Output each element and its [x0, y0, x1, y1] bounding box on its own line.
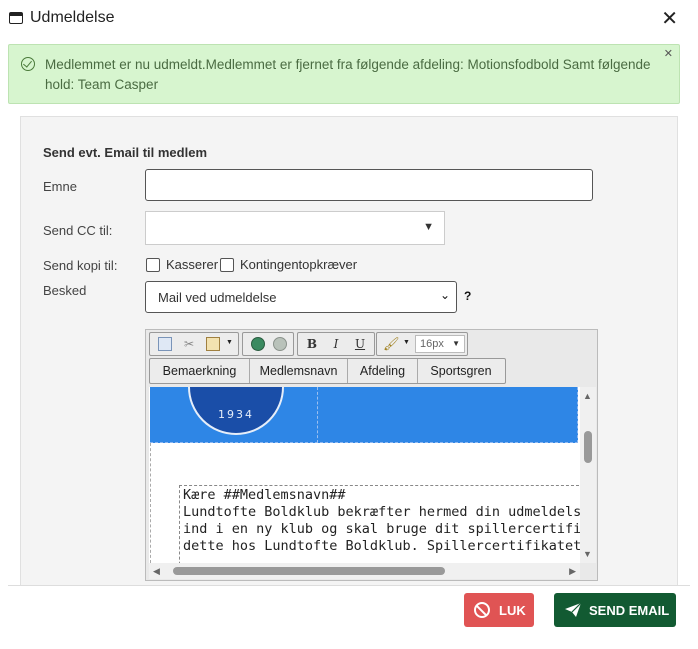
- vertical-scroll-thumb[interactable]: [584, 431, 592, 463]
- help-icon[interactable]: ?: [464, 289, 471, 303]
- alert-close-icon[interactable]: ✕: [664, 47, 673, 60]
- format-toolbar-group: B I U: [297, 332, 375, 356]
- underline-button[interactable]: U: [350, 335, 370, 353]
- copy-icon[interactable]: [158, 337, 172, 351]
- font-size-caret-icon: ▼: [452, 339, 460, 348]
- rich-text-editor: ✂ ▼ B I U 🖌 ▼ 16px ▼ Bemaerkning Medlems…: [145, 329, 598, 581]
- scroll-right-icon[interactable]: ▶: [569, 566, 576, 577]
- subject-input[interactable]: [145, 169, 593, 201]
- unlink-icon[interactable]: [273, 337, 287, 351]
- header-banner: 1934: [150, 387, 578, 443]
- font-size-select[interactable]: 16px ▼: [415, 335, 465, 353]
- tag-afdeling-button[interactable]: Afdeling: [348, 359, 418, 383]
- body-line: dette hos Lundtofte Boldklub. Spillercer…: [183, 538, 580, 554]
- tag-bemaerkning-button[interactable]: Bemaerkning: [150, 359, 250, 383]
- close-icon[interactable]: ✕: [661, 9, 678, 29]
- editor-content-area[interactable]: 1934 Kære ##Medlemsnavn## Lundtofte Boldk…: [149, 387, 580, 563]
- horizontal-scroll-thumb[interactable]: [173, 567, 445, 575]
- italic-button[interactable]: I: [326, 335, 346, 353]
- kasserer-label: Kasserer: [166, 257, 219, 272]
- close-button-label: LUK: [499, 603, 526, 618]
- check-circle-icon: [21, 57, 35, 71]
- success-alert: Medlemmet er nu udmeldt.Medlemmet er fje…: [8, 44, 680, 104]
- link-icon[interactable]: [251, 337, 265, 351]
- table-border: [150, 443, 151, 563]
- horizontal-scrollbar[interactable]: ◀ ▶: [149, 563, 580, 579]
- tag-medlemsnavn-button[interactable]: Medlemsnavn: [250, 359, 348, 383]
- logo-year: 1934: [218, 408, 254, 421]
- ban-icon: [474, 602, 490, 618]
- body-line: Kære ##Medlemsnavn##: [183, 487, 346, 503]
- scroll-left-icon[interactable]: ◀: [153, 566, 160, 577]
- message-template-select[interactable]: Mail ved udmeldelse ⌄: [145, 281, 457, 313]
- cc-label: Send CC til:: [43, 223, 113, 238]
- copy-label: Send kopi til:: [43, 258, 118, 273]
- dropdown-caret-icon: ▼: [423, 221, 434, 233]
- brush-icon[interactable]: 🖌: [383, 337, 400, 351]
- kontingentopkraever-label: Kontingentopkræver: [240, 257, 358, 272]
- cc-select[interactable]: ▼: [145, 211, 445, 245]
- udmeldelse-dialog: Udmeldelse ✕ Medlemmet er nu udmeldt.Med…: [0, 0, 698, 649]
- vertical-scrollbar[interactable]: ▲ ▼: [580, 387, 596, 563]
- email-form-panel: Send evt. Email til medlem Emne Send CC …: [20, 116, 678, 586]
- close-button[interactable]: LUK: [464, 593, 534, 627]
- send-email-label: SEND EMAIL: [589, 603, 670, 618]
- send-email-button[interactable]: SEND EMAIL: [554, 593, 676, 627]
- window-icon: [9, 12, 23, 24]
- paper-plane-icon: [565, 602, 582, 617]
- body-line: ind i en ny klub og skal bruge dit spill…: [183, 521, 580, 537]
- alert-message: Medlemmet er nu udmeldt.Medlemmet er fje…: [45, 57, 651, 92]
- link-toolbar-group: [242, 332, 294, 356]
- dialog-titlebar: Udmeldelse ✕: [0, 0, 698, 38]
- scroll-up-icon[interactable]: ▲: [583, 391, 592, 401]
- banner-cell-divider: [317, 387, 318, 443]
- subject-label: Emne: [43, 179, 77, 194]
- paste-icon[interactable]: [206, 337, 220, 351]
- cut-icon[interactable]: ✂: [182, 337, 196, 351]
- footer-divider: [8, 585, 690, 586]
- body-line: Lundtofte Boldklub bekræfter hermed din …: [183, 504, 580, 520]
- font-size-value: 16px: [420, 338, 444, 350]
- kasserer-checkbox[interactable]: [146, 258, 160, 272]
- dialog-title: Udmeldelse: [30, 9, 115, 26]
- bold-button[interactable]: B: [302, 335, 322, 353]
- tag-sportsgren-button[interactable]: Sportsgren: [418, 359, 504, 383]
- section-title: Send evt. Email til medlem: [43, 145, 207, 160]
- kontingentopkraever-checkbox[interactable]: [220, 258, 234, 272]
- brush-dropdown-icon[interactable]: ▼: [403, 339, 410, 346]
- paste-dropdown-icon[interactable]: ▼: [226, 339, 233, 346]
- club-logo: 1934: [188, 387, 284, 435]
- chevron-down-icon: ⌄: [439, 288, 450, 302]
- clipboard-toolbar-group: ✂ ▼: [149, 332, 239, 356]
- style-toolbar-group: 🖌 ▼ 16px ▼: [376, 332, 468, 356]
- message-label: Besked: [43, 283, 87, 298]
- message-template-value: Mail ved udmeldelse: [158, 290, 277, 305]
- merge-tags-toolbar: Bemaerkning Medlemsnavn Afdeling Sportsg…: [149, 358, 506, 384]
- email-body-text: Kære ##Medlemsnavn## Lundtofte Boldklub b…: [183, 487, 580, 555]
- scroll-down-icon[interactable]: ▼: [583, 549, 592, 559]
